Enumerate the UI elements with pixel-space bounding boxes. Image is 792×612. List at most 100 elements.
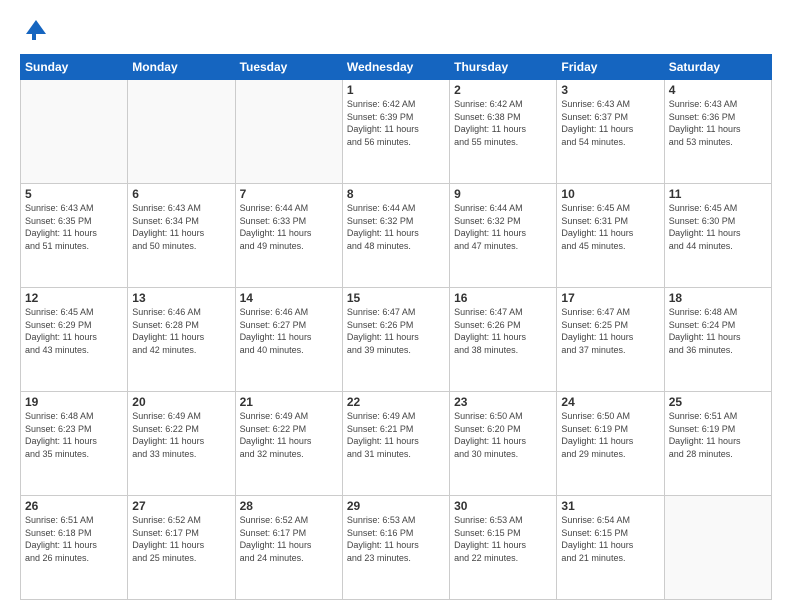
calendar-cell: 22Sunrise: 6:49 AM Sunset: 6:21 PM Dayli… bbox=[342, 392, 449, 496]
day-info: Sunrise: 6:44 AM Sunset: 6:33 PM Dayligh… bbox=[240, 202, 338, 252]
calendar-cell: 1Sunrise: 6:42 AM Sunset: 6:39 PM Daylig… bbox=[342, 80, 449, 184]
calendar-cell: 15Sunrise: 6:47 AM Sunset: 6:26 PM Dayli… bbox=[342, 288, 449, 392]
day-number: 3 bbox=[561, 83, 659, 97]
calendar-cell: 10Sunrise: 6:45 AM Sunset: 6:31 PM Dayli… bbox=[557, 184, 664, 288]
day-number: 25 bbox=[669, 395, 767, 409]
calendar-cell: 13Sunrise: 6:46 AM Sunset: 6:28 PM Dayli… bbox=[128, 288, 235, 392]
day-info: Sunrise: 6:50 AM Sunset: 6:19 PM Dayligh… bbox=[561, 410, 659, 460]
day-number: 8 bbox=[347, 187, 445, 201]
calendar-cell: 4Sunrise: 6:43 AM Sunset: 6:36 PM Daylig… bbox=[664, 80, 771, 184]
weekday-header-saturday: Saturday bbox=[664, 55, 771, 80]
day-info: Sunrise: 6:51 AM Sunset: 6:19 PM Dayligh… bbox=[669, 410, 767, 460]
day-info: Sunrise: 6:52 AM Sunset: 6:17 PM Dayligh… bbox=[240, 514, 338, 564]
calendar-week-5: 26Sunrise: 6:51 AM Sunset: 6:18 PM Dayli… bbox=[21, 496, 772, 600]
day-number: 18 bbox=[669, 291, 767, 305]
day-info: Sunrise: 6:45 AM Sunset: 6:30 PM Dayligh… bbox=[669, 202, 767, 252]
day-number: 14 bbox=[240, 291, 338, 305]
day-info: Sunrise: 6:45 AM Sunset: 6:29 PM Dayligh… bbox=[25, 306, 123, 356]
calendar-cell: 18Sunrise: 6:48 AM Sunset: 6:24 PM Dayli… bbox=[664, 288, 771, 392]
day-info: Sunrise: 6:44 AM Sunset: 6:32 PM Dayligh… bbox=[454, 202, 552, 252]
calendar-cell: 7Sunrise: 6:44 AM Sunset: 6:33 PM Daylig… bbox=[235, 184, 342, 288]
day-info: Sunrise: 6:48 AM Sunset: 6:23 PM Dayligh… bbox=[25, 410, 123, 460]
day-number: 4 bbox=[669, 83, 767, 97]
calendar-cell: 9Sunrise: 6:44 AM Sunset: 6:32 PM Daylig… bbox=[450, 184, 557, 288]
calendar-week-1: 1Sunrise: 6:42 AM Sunset: 6:39 PM Daylig… bbox=[21, 80, 772, 184]
day-info: Sunrise: 6:43 AM Sunset: 6:34 PM Dayligh… bbox=[132, 202, 230, 252]
logo bbox=[20, 16, 52, 44]
day-number: 5 bbox=[25, 187, 123, 201]
calendar-table: SundayMondayTuesdayWednesdayThursdayFrid… bbox=[20, 54, 772, 600]
calendar-week-3: 12Sunrise: 6:45 AM Sunset: 6:29 PM Dayli… bbox=[21, 288, 772, 392]
calendar-cell: 16Sunrise: 6:47 AM Sunset: 6:26 PM Dayli… bbox=[450, 288, 557, 392]
day-number: 23 bbox=[454, 395, 552, 409]
logo-icon bbox=[20, 16, 48, 44]
day-number: 11 bbox=[669, 187, 767, 201]
calendar-cell: 28Sunrise: 6:52 AM Sunset: 6:17 PM Dayli… bbox=[235, 496, 342, 600]
day-info: Sunrise: 6:53 AM Sunset: 6:15 PM Dayligh… bbox=[454, 514, 552, 564]
day-info: Sunrise: 6:47 AM Sunset: 6:26 PM Dayligh… bbox=[347, 306, 445, 356]
calendar-body: 1Sunrise: 6:42 AM Sunset: 6:39 PM Daylig… bbox=[21, 80, 772, 600]
calendar-cell: 29Sunrise: 6:53 AM Sunset: 6:16 PM Dayli… bbox=[342, 496, 449, 600]
calendar-week-2: 5Sunrise: 6:43 AM Sunset: 6:35 PM Daylig… bbox=[21, 184, 772, 288]
day-info: Sunrise: 6:47 AM Sunset: 6:25 PM Dayligh… bbox=[561, 306, 659, 356]
day-info: Sunrise: 6:42 AM Sunset: 6:39 PM Dayligh… bbox=[347, 98, 445, 148]
calendar-cell: 19Sunrise: 6:48 AM Sunset: 6:23 PM Dayli… bbox=[21, 392, 128, 496]
day-info: Sunrise: 6:53 AM Sunset: 6:16 PM Dayligh… bbox=[347, 514, 445, 564]
day-info: Sunrise: 6:45 AM Sunset: 6:31 PM Dayligh… bbox=[561, 202, 659, 252]
day-info: Sunrise: 6:43 AM Sunset: 6:35 PM Dayligh… bbox=[25, 202, 123, 252]
day-number: 12 bbox=[25, 291, 123, 305]
calendar-cell: 26Sunrise: 6:51 AM Sunset: 6:18 PM Dayli… bbox=[21, 496, 128, 600]
calendar-cell bbox=[235, 80, 342, 184]
weekday-header-friday: Friday bbox=[557, 55, 664, 80]
day-info: Sunrise: 6:47 AM Sunset: 6:26 PM Dayligh… bbox=[454, 306, 552, 356]
day-number: 28 bbox=[240, 499, 338, 513]
day-number: 10 bbox=[561, 187, 659, 201]
day-info: Sunrise: 6:52 AM Sunset: 6:17 PM Dayligh… bbox=[132, 514, 230, 564]
day-number: 19 bbox=[25, 395, 123, 409]
weekday-row: SundayMondayTuesdayWednesdayThursdayFrid… bbox=[21, 55, 772, 80]
day-number: 22 bbox=[347, 395, 445, 409]
calendar-cell: 31Sunrise: 6:54 AM Sunset: 6:15 PM Dayli… bbox=[557, 496, 664, 600]
day-number: 24 bbox=[561, 395, 659, 409]
weekday-header-wednesday: Wednesday bbox=[342, 55, 449, 80]
day-info: Sunrise: 6:49 AM Sunset: 6:22 PM Dayligh… bbox=[240, 410, 338, 460]
calendar-cell: 2Sunrise: 6:42 AM Sunset: 6:38 PM Daylig… bbox=[450, 80, 557, 184]
calendar-cell: 25Sunrise: 6:51 AM Sunset: 6:19 PM Dayli… bbox=[664, 392, 771, 496]
day-info: Sunrise: 6:54 AM Sunset: 6:15 PM Dayligh… bbox=[561, 514, 659, 564]
calendar-cell: 5Sunrise: 6:43 AM Sunset: 6:35 PM Daylig… bbox=[21, 184, 128, 288]
day-number: 29 bbox=[347, 499, 445, 513]
calendar-cell bbox=[664, 496, 771, 600]
day-number: 30 bbox=[454, 499, 552, 513]
day-info: Sunrise: 6:51 AM Sunset: 6:18 PM Dayligh… bbox=[25, 514, 123, 564]
day-info: Sunrise: 6:49 AM Sunset: 6:22 PM Dayligh… bbox=[132, 410, 230, 460]
day-info: Sunrise: 6:44 AM Sunset: 6:32 PM Dayligh… bbox=[347, 202, 445, 252]
calendar-cell bbox=[128, 80, 235, 184]
weekday-header-sunday: Sunday bbox=[21, 55, 128, 80]
day-info: Sunrise: 6:48 AM Sunset: 6:24 PM Dayligh… bbox=[669, 306, 767, 356]
day-number: 21 bbox=[240, 395, 338, 409]
weekday-header-monday: Monday bbox=[128, 55, 235, 80]
calendar-header: SundayMondayTuesdayWednesdayThursdayFrid… bbox=[21, 55, 772, 80]
day-info: Sunrise: 6:42 AM Sunset: 6:38 PM Dayligh… bbox=[454, 98, 552, 148]
day-info: Sunrise: 6:49 AM Sunset: 6:21 PM Dayligh… bbox=[347, 410, 445, 460]
calendar-cell: 20Sunrise: 6:49 AM Sunset: 6:22 PM Dayli… bbox=[128, 392, 235, 496]
header bbox=[20, 16, 772, 44]
day-number: 20 bbox=[132, 395, 230, 409]
calendar-cell: 23Sunrise: 6:50 AM Sunset: 6:20 PM Dayli… bbox=[450, 392, 557, 496]
calendar-cell: 24Sunrise: 6:50 AM Sunset: 6:19 PM Dayli… bbox=[557, 392, 664, 496]
weekday-header-thursday: Thursday bbox=[450, 55, 557, 80]
day-number: 1 bbox=[347, 83, 445, 97]
calendar-cell: 11Sunrise: 6:45 AM Sunset: 6:30 PM Dayli… bbox=[664, 184, 771, 288]
calendar-cell: 3Sunrise: 6:43 AM Sunset: 6:37 PM Daylig… bbox=[557, 80, 664, 184]
day-number: 6 bbox=[132, 187, 230, 201]
day-number: 9 bbox=[454, 187, 552, 201]
day-number: 26 bbox=[25, 499, 123, 513]
calendar-cell bbox=[21, 80, 128, 184]
day-number: 27 bbox=[132, 499, 230, 513]
day-info: Sunrise: 6:46 AM Sunset: 6:27 PM Dayligh… bbox=[240, 306, 338, 356]
calendar-cell: 8Sunrise: 6:44 AM Sunset: 6:32 PM Daylig… bbox=[342, 184, 449, 288]
day-number: 13 bbox=[132, 291, 230, 305]
weekday-header-tuesday: Tuesday bbox=[235, 55, 342, 80]
calendar-cell: 21Sunrise: 6:49 AM Sunset: 6:22 PM Dayli… bbox=[235, 392, 342, 496]
calendar-cell: 30Sunrise: 6:53 AM Sunset: 6:15 PM Dayli… bbox=[450, 496, 557, 600]
